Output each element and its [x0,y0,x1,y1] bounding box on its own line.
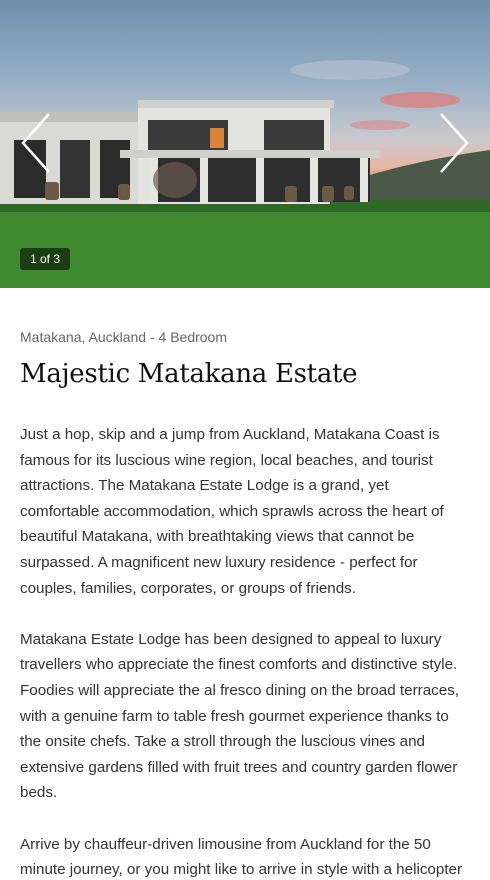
chevron-left-icon [21,113,50,173]
previous-image-button[interactable] [16,108,56,178]
chevron-right-icon [440,113,469,173]
hero-image-carousel[interactable]: 1 of 3 [0,0,490,288]
next-image-button[interactable] [434,108,474,178]
listing-title: Majestic Matakana Estate [20,359,358,389]
listing-details: Matakana, Auckland - 4 Bedroom Majestic … [0,288,490,880]
estate-photo [0,60,490,288]
listing-description: Just a hop, skip and a jump from Aucklan… [20,422,470,880]
description-paragraph: Matakana Estate Lodge has been designed … [20,630,459,802]
listing-location-meta: Matakana, Auckland - 4 Bedroom [20,329,228,345]
description-paragraph: Arrive by chauffeur-driven limousine fro… [20,835,463,879]
image-counter-badge: 1 of 3 [20,248,71,270]
description-paragraph: Just a hop, skip and a jump from Aucklan… [20,426,444,597]
